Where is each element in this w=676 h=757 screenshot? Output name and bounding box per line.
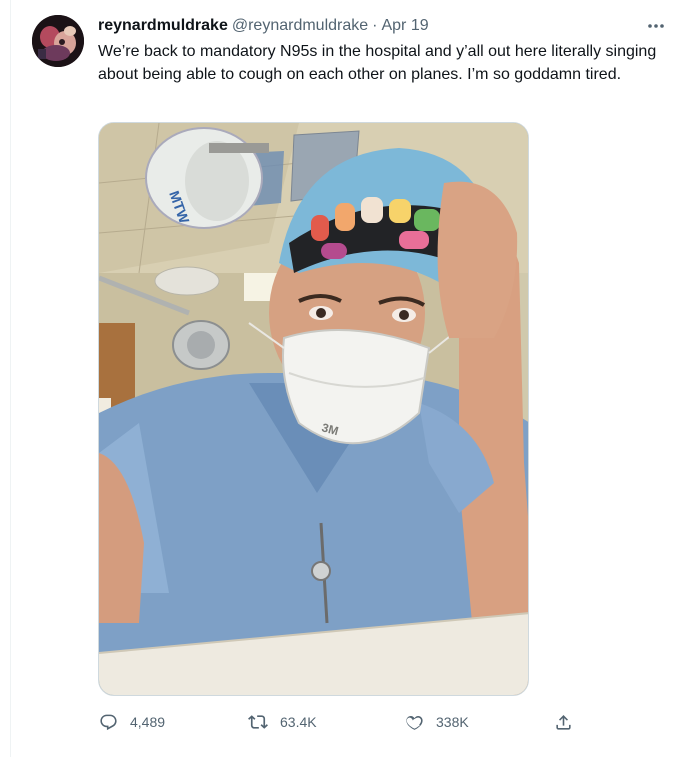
avatar-image (32, 15, 84, 67)
retweet-button[interactable]: 63.4K (248, 706, 317, 738)
photo-selfie-nurse-n95: MTW 3M (99, 123, 528, 695)
tweet-header: reynardmuldrake @reynardmuldrake · Apr 1… (98, 16, 638, 36)
heart-icon (404, 712, 424, 732)
user-handle[interactable]: @reynardmuldrake (232, 16, 368, 36)
separator-dot: · (372, 17, 378, 34)
reply-count: 4,489 (130, 714, 166, 730)
retweet-icon (248, 712, 268, 732)
tweet[interactable]: reynardmuldrake @reynardmuldrake · Apr 1… (0, 0, 676, 757)
tweet-actions: 4,489 63.4K 338K (98, 706, 578, 738)
like-count: 338K (436, 714, 469, 730)
retweet-count: 63.4K (280, 714, 317, 730)
tweet-text: We’re back to mandatory N95s in the hosp… (98, 43, 657, 83)
display-name[interactable]: reynardmuldrake (98, 16, 228, 36)
reply-button[interactable]: 4,489 (98, 706, 165, 738)
tweet-date[interactable]: Apr 19 (381, 16, 428, 36)
share-icon (553, 712, 573, 732)
reply-icon (98, 712, 118, 732)
share-button[interactable] (553, 706, 573, 738)
more-options-button[interactable] (644, 14, 668, 38)
tweet-photo[interactable]: MTW 3M (98, 122, 529, 696)
ellipsis-icon (648, 24, 664, 28)
like-button[interactable]: 338K (404, 706, 469, 738)
avatar[interactable] (32, 15, 84, 67)
